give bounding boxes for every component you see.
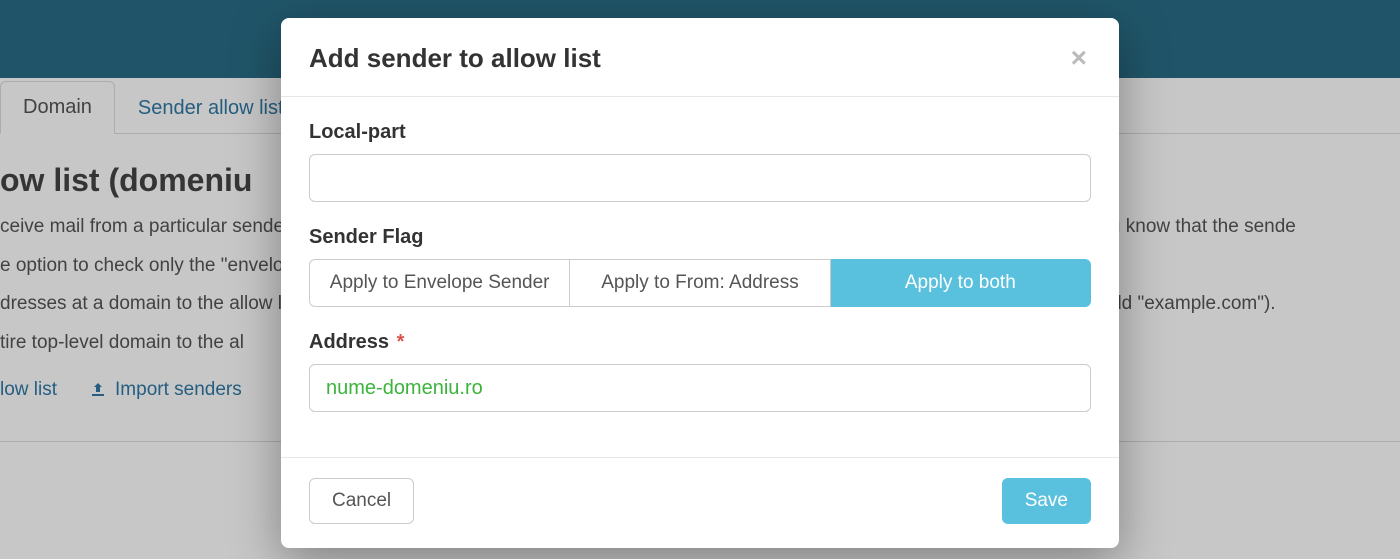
address-input[interactable]	[309, 364, 1091, 412]
cancel-button-label: Cancel	[332, 490, 391, 511]
sender-flag-envelope[interactable]: Apply to Envelope Sender	[309, 259, 570, 307]
sender-flag-group: Sender Flag Apply to Envelope Sender App…	[309, 226, 1091, 307]
required-star: *	[397, 331, 405, 353]
add-sender-modal: Add sender to allow list × Local-part Se…	[281, 18, 1119, 548]
local-part-input[interactable]	[309, 154, 1091, 202]
modal-header: Add sender to allow list ×	[281, 18, 1119, 97]
address-label-text: Address	[309, 331, 389, 353]
local-part-group: Local-part	[309, 121, 1091, 202]
address-group: Address *	[309, 331, 1091, 412]
modal-overlay[interactable]: Add sender to allow list × Local-part Se…	[0, 0, 1400, 559]
sender-flag-envelope-label: Apply to Envelope Sender	[330, 272, 550, 293]
sender-flag-from[interactable]: Apply to From: Address	[570, 259, 830, 307]
sender-flag-label: Sender Flag	[309, 226, 1091, 249]
sender-flag-both[interactable]: Apply to both	[831, 259, 1091, 307]
sender-flag-both-label: Apply to both	[905, 272, 1016, 293]
address-label: Address *	[309, 331, 1091, 354]
modal-body: Local-part Sender Flag Apply to Envelope…	[281, 97, 1119, 457]
sender-flag-toggle: Apply to Envelope Sender Apply to From: …	[309, 259, 1091, 307]
save-button[interactable]: Save	[1002, 478, 1091, 524]
local-part-label: Local-part	[309, 121, 1091, 144]
modal-footer: Cancel Save	[281, 457, 1119, 548]
close-icon[interactable]: ×	[1067, 42, 1091, 74]
modal-title: Add sender to allow list	[309, 43, 601, 74]
save-button-label: Save	[1025, 490, 1068, 511]
cancel-button[interactable]: Cancel	[309, 478, 414, 524]
sender-flag-from-label: Apply to From: Address	[601, 272, 798, 293]
